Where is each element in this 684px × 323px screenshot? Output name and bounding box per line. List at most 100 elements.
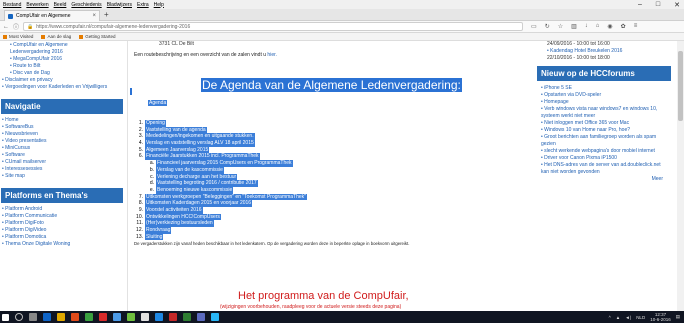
clock[interactable]: 12:37 10-6-2016 — [650, 312, 671, 322]
bookmark-getting-started[interactable]: Getting Started — [79, 34, 115, 39]
event-date: 22/10/2016 - 10:00 tot 18:00 — [547, 55, 610, 61]
forum-link[interactable]: slecht werkende webpagina's door mobiel … — [541, 148, 669, 155]
pocket-icon[interactable]: ◉ — [607, 23, 612, 30]
nav-link-softwarebus[interactable]: SoftwareBus — [2, 124, 123, 131]
bookmark-aan-de-slag[interactable]: Aan de slag — [41, 34, 71, 39]
link-megacompufair[interactable]: MegaCompUfair 2016 — [10, 56, 80, 63]
menu-icon[interactable]: ≡ — [634, 23, 638, 30]
search-icon[interactable] — [15, 313, 23, 321]
menu-item-bewerken[interactable]: Bewerken — [26, 2, 48, 8]
nav-link-home[interactable]: Home — [2, 117, 123, 124]
event-date: 24/09/2016 - 10:00 tot 16:00 — [547, 41, 610, 47]
reader-icon[interactable]: ▭ — [531, 23, 537, 30]
nav-link-sitemap[interactable]: Site map — [2, 173, 123, 180]
app-white-icon[interactable] — [141, 313, 149, 321]
more-link[interactable]: Meer — [541, 176, 663, 183]
edge-icon[interactable] — [43, 313, 51, 321]
url-bar[interactable]: 🔒 https://www.compufair.nl/compufair-alg… — [23, 22, 524, 31]
agenda-item: 1. Opening — [138, 120, 166, 127]
home-icon[interactable]: ⌂ — [596, 23, 600, 30]
link-route[interactable]: Route to Bilt — [10, 63, 123, 70]
link-compufair-alv[interactable]: CompUfair en Algemene Ledenvergadering 2… — [10, 42, 90, 56]
tab-close-icon[interactable]: × — [92, 13, 96, 19]
menu-item-extra[interactable]: Extra — [137, 2, 149, 8]
nav-link-minicursus[interactable]: MiniCursus — [2, 145, 123, 152]
task-view-icon[interactable] — [29, 313, 37, 321]
nav-header: Navigatie — [1, 99, 123, 114]
bookmarks-bar: Most Visited Aan de slag Getting Started — [0, 33, 684, 41]
tray-up-icon[interactable]: ^ — [609, 315, 611, 320]
forum-link[interactable]: Driver voor Canon Pixma iP1500 — [541, 155, 669, 162]
platform-link-domotica[interactable]: Platform Domotica — [2, 234, 123, 241]
forum-link[interactable]: Windows 10 van Home naar Pro, hoe? — [541, 127, 669, 134]
event-link[interactable]: Kadendag Hotel Breukelen 2016 — [547, 48, 673, 55]
forum-link[interactable]: Het DNS-adres van de server van ad.doubl… — [541, 162, 669, 176]
platform-link-digifoto[interactable]: Platform DigiFoto — [2, 220, 123, 227]
url-text: https://www.compufair.nl/compufair-algem… — [36, 23, 191, 30]
nav-link-software[interactable]: Software — [2, 152, 123, 159]
minimize-icon[interactable]: – — [638, 1, 642, 8]
app-skype-icon[interactable] — [211, 313, 219, 321]
language-indicator[interactable]: NLD — [636, 315, 645, 320]
firefox-icon[interactable] — [71, 313, 79, 321]
app-green-icon[interactable] — [85, 313, 93, 321]
bookmark-most-visited[interactable]: Most Visited — [3, 34, 33, 39]
app-excel-icon[interactable] — [183, 313, 191, 321]
nav-link-interessesessies[interactable]: Interessesessies — [2, 166, 123, 173]
app-pdf-icon[interactable] — [169, 313, 177, 321]
route-link[interactable]: hier. — [267, 52, 276, 58]
file-explorer-icon[interactable] — [57, 313, 65, 321]
page-content: CompUfair en Algemene Ledenvergadering 2… — [0, 41, 684, 311]
app-lime-icon[interactable] — [127, 313, 135, 321]
menu-item-geschiedenis[interactable]: Geschiedenis — [71, 2, 101, 8]
platform-link-digitale-woning[interactable]: Thema Onze Digitale Woning — [2, 241, 92, 248]
nav-link-video[interactable]: Video presentaties — [2, 138, 123, 145]
app-word-icon[interactable] — [155, 313, 163, 321]
app-blue-icon[interactable] — [113, 313, 121, 321]
forum-link[interactable]: iPhone 5 SE — [541, 85, 669, 92]
info-icon[interactable]: ⓘ — [13, 22, 19, 31]
platform-link-digivideo[interactable]: Platform DigiVideo — [2, 227, 123, 234]
scrollbar-thumb[interactable] — [678, 51, 683, 121]
close-icon[interactable]: ✕ — [674, 1, 680, 9]
nav-list: Home SoftwareBus Nieuwsbrieven Video pre… — [0, 114, 127, 180]
menu-item-help[interactable]: Help — [154, 2, 164, 8]
new-tab-icon[interactable]: + — [104, 10, 109, 19]
platform-link-android[interactable]: Platform Android — [2, 206, 123, 213]
lock-icon: 🔒 — [27, 23, 34, 30]
maximize-icon[interactable]: □ — [656, 1, 660, 8]
notifications-icon[interactable]: ▤ — [676, 314, 680, 320]
agenda-item: 3. Mededelingen/ingekomen en uitgaande st… — [138, 133, 255, 141]
scrollbar[interactable] — [677, 41, 684, 311]
forum-link[interactable]: Groot berichten aan familiegroep worden … — [541, 134, 669, 148]
app-red-icon[interactable] — [99, 313, 107, 321]
bookmark-star-icon[interactable]: ☆ — [558, 23, 563, 30]
library-icon[interactable]: ▥ — [571, 23, 577, 30]
forum-link[interactable]: Opstarten via DVD-speler — [541, 92, 669, 99]
network-icon[interactable]: ▲ — [616, 315, 620, 320]
menu-item-beeld[interactable]: Beeld — [54, 2, 67, 8]
download-icon[interactable]: ↓ — [585, 23, 588, 30]
app-purple-icon[interactable] — [197, 313, 205, 321]
volume-icon[interactable]: ◄) — [625, 315, 631, 320]
menu-item-bestand[interactable]: Bestand — [3, 2, 21, 8]
addon-icon[interactable]: ✿ — [621, 23, 626, 30]
platform-link-communicatie[interactable]: Platform Communicatie — [2, 213, 123, 220]
back-icon[interactable]: ← — [3, 24, 9, 30]
forum-list: iPhone 5 SE Opstarten via DVD-speler Hom… — [537, 81, 673, 183]
link-vergoedingen[interactable]: Vergoedingen voor Kaderleden en Vrijwill… — [2, 84, 112, 91]
reload-icon[interactable]: ↻ — [545, 23, 550, 30]
link-disc-van-de-dag[interactable]: Disc van de Dag — [10, 70, 123, 77]
forum-link[interactable]: Niet inloggen met Office 365 voor Mac — [541, 120, 669, 127]
forum-link[interactable]: Verb windows vista naar windows7 en wind… — [541, 106, 669, 120]
link-disclaimer[interactable]: Disclaimer en privacy — [2, 77, 123, 84]
nav-link-cumail[interactable]: CUmail mailserver — [2, 159, 123, 166]
menu-bar: Bestand Bewerken Beeld Geschiedenis Blad… — [0, 0, 684, 9]
tab-bar — [0, 9, 684, 21]
windows-start-icon[interactable] — [2, 313, 9, 321]
forum-link[interactable]: Homepage — [541, 99, 669, 106]
nav-link-nieuwsbrieven[interactable]: Nieuwsbrieven — [2, 131, 123, 138]
browser-tab[interactable]: CompUfair en Algemene × — [4, 10, 100, 21]
favicon-icon — [8, 13, 13, 19]
menu-item-bladwijzers[interactable]: Bladwijzers — [107, 2, 132, 8]
